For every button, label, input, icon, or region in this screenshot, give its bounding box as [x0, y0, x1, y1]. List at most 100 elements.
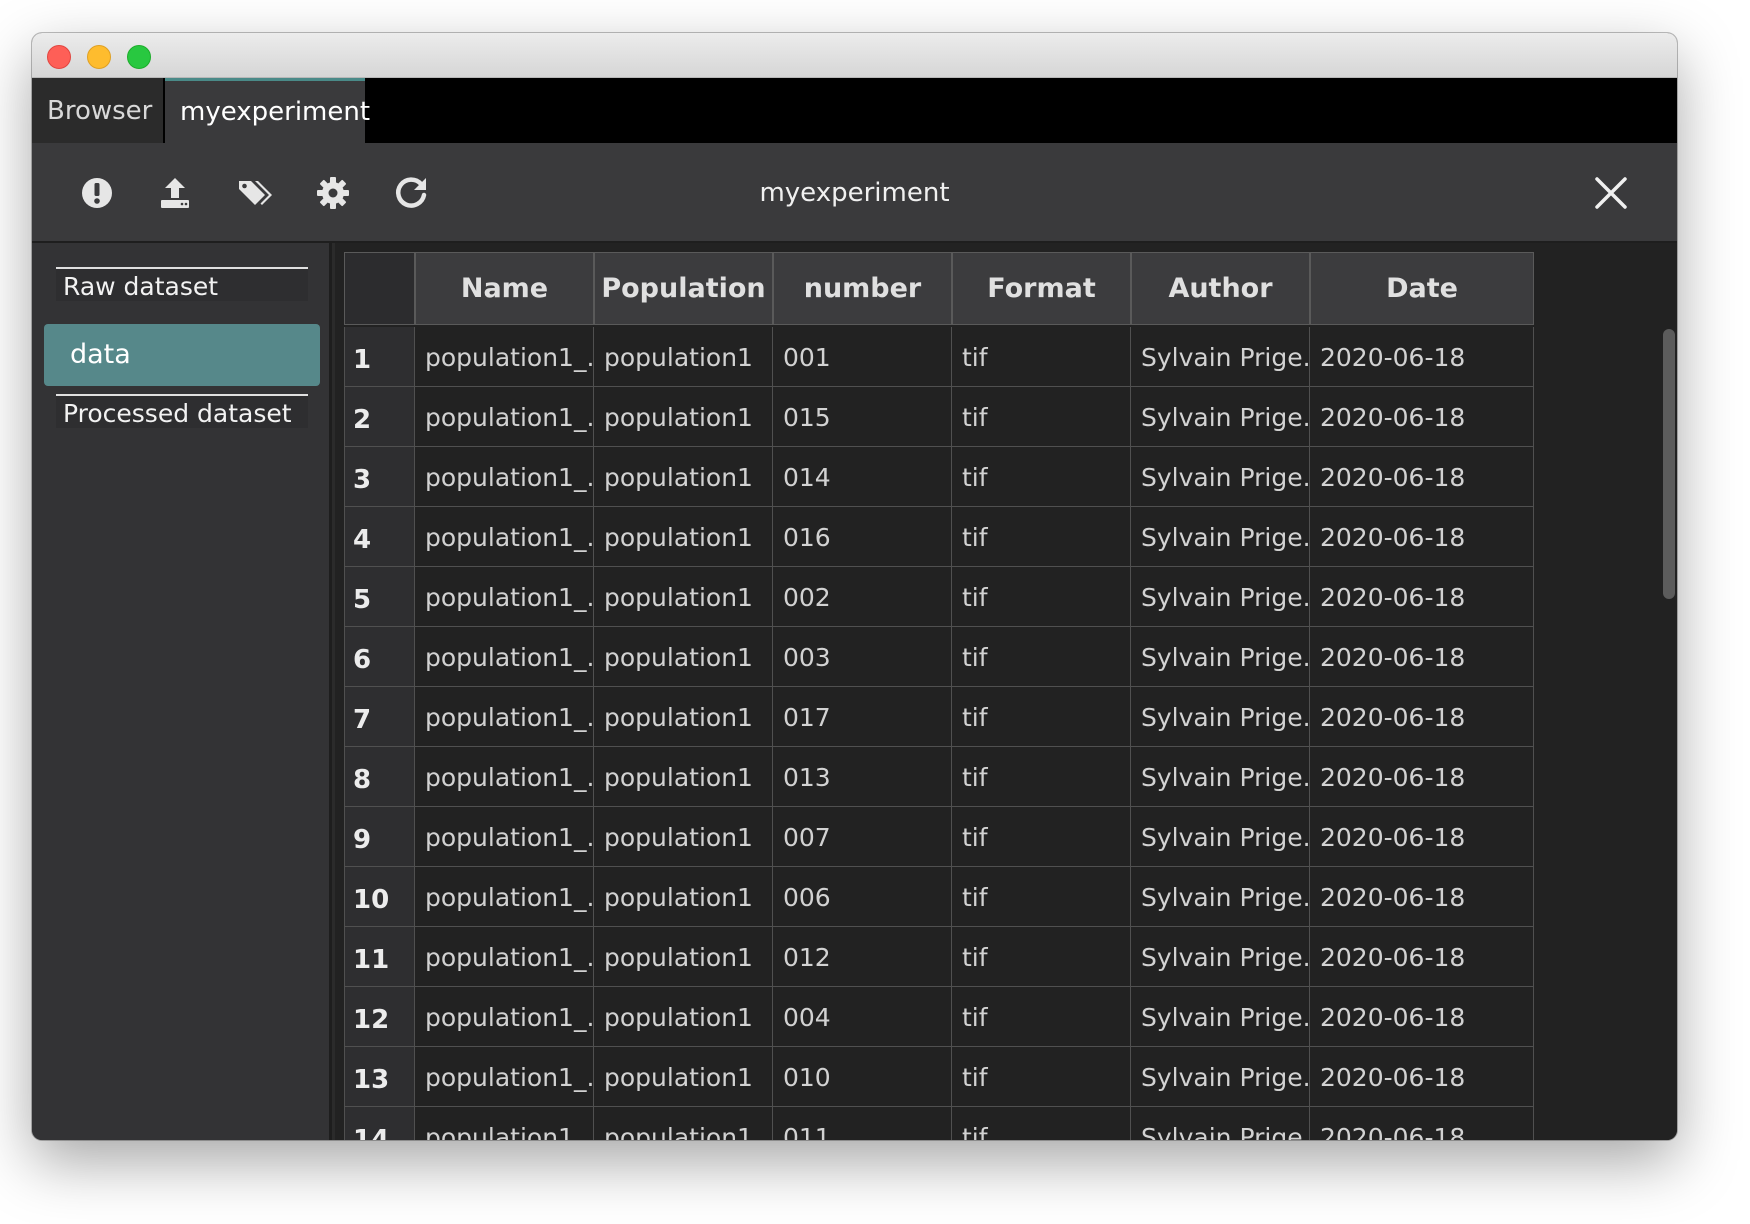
table-row[interactable]: 14 population1_... population1 011 tif Sylvai… — [344, 1107, 1662, 1140]
column-header-author[interactable]: Author — [1131, 252, 1310, 325]
maximize-window-button[interactable] — [127, 45, 151, 69]
cell-format: tif — [952, 1047, 1131, 1107]
cell-author: Sylvain Prige... — [1131, 1107, 1310, 1140]
cell-author: Sylvain Prige... — [1131, 627, 1310, 687]
row-number[interactable]: 3 — [344, 447, 415, 507]
gear-icon[interactable] — [313, 173, 353, 213]
close-window-button[interactable] — [47, 45, 71, 69]
tags-icon[interactable] — [234, 173, 274, 213]
cell-format: tif — [952, 1107, 1131, 1140]
toolbar-title: myexperiment — [759, 178, 950, 208]
cell-name: population1_... — [415, 987, 594, 1047]
cell-name: population1_... — [415, 507, 594, 567]
cell-number: 004 — [773, 987, 952, 1047]
cell-number: 001 — [773, 327, 952, 387]
table-row[interactable]: 6 population1_... population1 003 tif Sylvain… — [344, 627, 1662, 687]
row-number[interactable]: 6 — [344, 627, 415, 687]
cell-date: 2020-06-18 — [1310, 387, 1534, 447]
cell-name: population1_... — [415, 447, 594, 507]
cell-number: 003 — [773, 627, 952, 687]
cell-date: 2020-06-18 — [1310, 1047, 1534, 1107]
row-number[interactable]: 10 — [344, 867, 415, 927]
refresh-icon[interactable] — [391, 173, 431, 213]
tab-bar: Browser myexperiment — [32, 78, 1677, 143]
cell-date: 2020-06-18 — [1310, 567, 1534, 627]
tab-browser[interactable]: Browser — [32, 78, 163, 143]
cell-date: 2020-06-18 — [1310, 1107, 1534, 1140]
tab-myexperiment[interactable]: myexperiment — [165, 78, 370, 143]
table-row[interactable]: 5 population1_... population1 002 tif Sylvain… — [344, 567, 1662, 627]
table-row[interactable]: 4 population1_... population1 016 tif Sylvain… — [344, 507, 1662, 567]
column-header-format[interactable]: Format — [952, 252, 1131, 325]
cell-population: population1 — [594, 987, 773, 1047]
cell-format: tif — [952, 747, 1131, 807]
sidebar-item-data[interactable]: data — [44, 324, 320, 386]
row-number[interactable]: 4 — [344, 507, 415, 567]
row-number[interactable]: 11 — [344, 927, 415, 987]
row-number[interactable]: 9 — [344, 807, 415, 867]
cell-author: Sylvain Prige... — [1131, 687, 1310, 747]
cell-date: 2020-06-18 — [1310, 507, 1534, 567]
column-header-population[interactable]: Population — [594, 252, 773, 325]
toolbar: myexperiment — [32, 143, 1677, 243]
row-number[interactable]: 7 — [344, 687, 415, 747]
cell-format: tif — [952, 687, 1131, 747]
column-header-name[interactable]: Name — [415, 252, 594, 325]
cell-number: 010 — [773, 1047, 952, 1107]
cell-author: Sylvain Prige... — [1131, 387, 1310, 447]
cell-name: population1_... — [415, 1107, 594, 1140]
cell-name: population1_... — [415, 327, 594, 387]
table-row[interactable]: 13 population1_... population1 010 tif Sylvai… — [344, 1047, 1662, 1107]
sidebar: Raw dataset data Processed dataset — [32, 243, 332, 1140]
cell-population: population1 — [594, 867, 773, 927]
cell-date: 2020-06-18 — [1310, 747, 1534, 807]
cell-date: 2020-06-18 — [1310, 327, 1534, 387]
table-row[interactable]: 10 population1_... population1 006 tif Sylvai… — [344, 867, 1662, 927]
table-row[interactable]: 11 population1_... population1 012 tif Sylvai… — [344, 927, 1662, 987]
cell-date: 2020-06-18 — [1310, 987, 1534, 1047]
table-row[interactable]: 1 population1_... population1 001 tif Sylvain… — [344, 327, 1662, 387]
row-number[interactable]: 13 — [344, 1047, 415, 1107]
cell-author: Sylvain Prige... — [1131, 327, 1310, 387]
cell-population: population1 — [594, 807, 773, 867]
cell-author: Sylvain Prige... — [1131, 807, 1310, 867]
section-header-raw-dataset: Raw dataset — [56, 267, 308, 301]
cell-author: Sylvain Prige... — [1131, 567, 1310, 627]
minimize-window-button[interactable] — [87, 45, 111, 69]
row-number[interactable]: 5 — [344, 567, 415, 627]
table-scrollbar[interactable] — [1663, 329, 1675, 599]
row-number[interactable]: 2 — [344, 387, 415, 447]
row-number[interactable]: 8 — [344, 747, 415, 807]
close-icon[interactable] — [1593, 175, 1629, 211]
cell-date: 2020-06-18 — [1310, 627, 1534, 687]
table-row[interactable]: 2 population1_... population1 015 tif Sylvain… — [344, 387, 1662, 447]
cell-date: 2020-06-18 — [1310, 807, 1534, 867]
table-row[interactable]: 12 population1_... population1 004 tif Sylvai… — [344, 987, 1662, 1047]
cell-format: tif — [952, 927, 1131, 987]
cell-population: population1 — [594, 627, 773, 687]
cell-population: population1 — [594, 687, 773, 747]
cell-population: population1 — [594, 447, 773, 507]
column-header-number[interactable]: number — [773, 252, 952, 325]
cell-name: population1_... — [415, 867, 594, 927]
cell-number: 002 — [773, 567, 952, 627]
cell-number: 013 — [773, 747, 952, 807]
cell-author: Sylvain Prige... — [1131, 867, 1310, 927]
info-icon[interactable] — [77, 173, 117, 213]
table-row[interactable]: 8 population1_... population1 013 tif Sylvain… — [344, 747, 1662, 807]
table-row[interactable]: 3 population1_... population1 014 tif Sylvain… — [344, 447, 1662, 507]
cell-name: population1_... — [415, 1047, 594, 1107]
cell-date: 2020-06-18 — [1310, 867, 1534, 927]
column-header-date[interactable]: Date — [1310, 252, 1534, 325]
cell-format: tif — [952, 807, 1131, 867]
table-row[interactable]: 9 population1_... population1 007 tif Sylvain… — [344, 807, 1662, 867]
cell-author: Sylvain Prige... — [1131, 507, 1310, 567]
data-table: Name Population number Format Author Dat… — [335, 243, 1677, 1140]
row-number[interactable]: 14 — [344, 1107, 415, 1140]
upload-icon[interactable] — [155, 173, 195, 213]
cell-author: Sylvain Prige... — [1131, 1047, 1310, 1107]
table-row[interactable]: 7 population1_... population1 017 tif Sylvain… — [344, 687, 1662, 747]
cell-number: 014 — [773, 447, 952, 507]
row-number[interactable]: 12 — [344, 987, 415, 1047]
row-number[interactable]: 1 — [344, 327, 415, 387]
